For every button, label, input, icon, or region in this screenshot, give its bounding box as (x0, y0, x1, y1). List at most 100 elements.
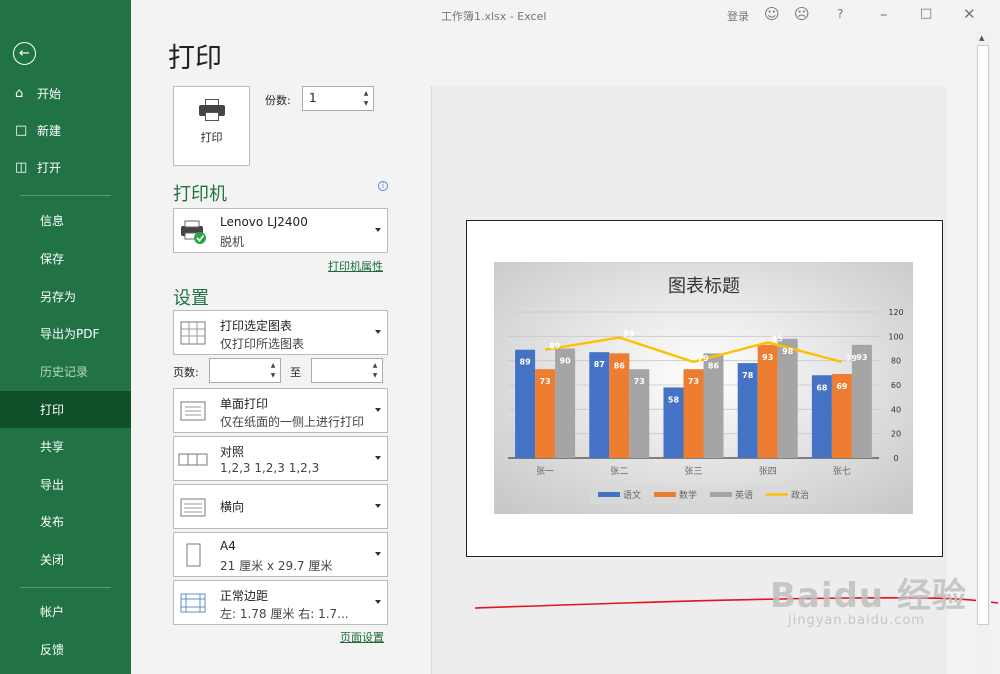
data-label: 69 (836, 382, 848, 391)
nav-print-label: 打印 (40, 403, 65, 417)
printer-properties-link[interactable]: 打印机属性 (328, 258, 383, 274)
data-label: 87 (594, 360, 605, 369)
data-label: 58 (668, 395, 680, 404)
nav-save-as-label: 另存为 (40, 290, 77, 304)
spin-up-icon[interactable]: ▲ (268, 362, 278, 369)
data-label: 68 (816, 383, 828, 392)
nav-close-label: 关闭 (40, 553, 65, 567)
y-tick-label: 0 (893, 454, 898, 463)
folder-open-icon: ◫ (15, 160, 28, 175)
maximize-icon[interactable]: □ (920, 6, 932, 21)
scroll-up-icon[interactable]: ▲ (979, 34, 984, 42)
data-label: 73 (634, 377, 645, 386)
data-label: 73 (688, 377, 699, 386)
spin-up-icon[interactable]: ▲ (370, 362, 380, 369)
copies-input[interactable]: 1 ▲ ▼ (302, 86, 374, 111)
margins-value: 正常边距 (220, 589, 269, 603)
nav-info-label: 信息 (40, 214, 65, 228)
print-button[interactable]: 打印 (173, 86, 250, 166)
printer-heading: 打印机 (173, 184, 227, 205)
collate-desc: 1,2,3 1,2,3 1,2,3 (220, 461, 320, 475)
nav-open[interactable]: ◫ 打开 (0, 149, 131, 186)
margins-desc: 左: 1.78 厘米 右: 1.7... (220, 607, 349, 621)
chevron-down-icon (375, 407, 381, 412)
landscape-icon (180, 498, 206, 517)
x-tick-label: 张二 (610, 466, 628, 477)
paper-size-select[interactable]: A4 21 厘米 x 29.7 厘米 (173, 532, 388, 577)
sides-value: 单面打印 (220, 397, 269, 411)
frown-icon[interactable]: ☹ (794, 5, 810, 23)
pages-to-label: 至 (290, 366, 301, 379)
nav-save-as[interactable]: 另存为 (0, 278, 131, 315)
minimize-icon[interactable]: – (880, 5, 888, 23)
nav-home[interactable]: ⌂ 开始 (0, 75, 131, 112)
chart-bar (777, 338, 798, 458)
legend-label: 英语 (735, 489, 753, 501)
y-tick-label: 80 (891, 357, 901, 366)
chart-title: 图表标题 (668, 276, 740, 297)
info-icon[interactable]: i (378, 181, 388, 191)
legend-swatch (598, 492, 620, 497)
pages-to-input[interactable]: ▲ ▼ (311, 358, 383, 383)
nav-account-label: 帐户 (40, 605, 65, 619)
pages-label: 页数: (173, 366, 199, 379)
nav-close[interactable]: 关闭 (0, 541, 131, 578)
margins-select[interactable]: 正常边距 左: 1.78 厘米 右: 1.7... (173, 580, 388, 625)
legend-swatch (710, 492, 732, 497)
sidebar-divider (20, 195, 111, 196)
nav-info[interactable]: 信息 (0, 202, 131, 239)
spin-down-icon[interactable]: ▼ (268, 372, 278, 379)
printer-icon (198, 99, 225, 121)
orientation-value: 横向 (220, 500, 245, 514)
orientation-select[interactable]: 横向 (173, 484, 388, 529)
chevron-down-icon (375, 503, 381, 508)
spin-down-icon[interactable]: ▼ (361, 100, 371, 107)
nav-print[interactable]: 打印 (0, 391, 131, 428)
legend-label: 数学 (679, 489, 697, 501)
close-icon[interactable]: ✕ (963, 5, 976, 23)
page-setup-link[interactable]: 页面设置 (340, 629, 384, 645)
x-tick-label: 张四 (759, 466, 777, 477)
printer-select[interactable]: Lenovo LJ2400 脱机 (173, 208, 388, 253)
nav-save[interactable]: 保存 (0, 240, 131, 277)
y-tick-label: 40 (891, 405, 901, 414)
nav-publish[interactable]: 发布 (0, 503, 131, 540)
nav-feedback[interactable]: 反馈 (0, 631, 131, 668)
chevron-down-icon (375, 329, 381, 334)
window-title: 工作簿1.xlsx - Excel (441, 10, 547, 23)
scrollbar-thumb[interactable] (977, 45, 989, 625)
nav-home-label: 开始 (37, 87, 62, 101)
data-label: 86 (614, 361, 626, 370)
collate-icon (178, 453, 208, 466)
nav-export-pdf[interactable]: 导出为PDF (0, 315, 131, 352)
chevron-down-icon (375, 227, 381, 232)
nav-history[interactable]: 历史记录 (0, 353, 131, 390)
help-icon[interactable]: ? (837, 7, 843, 21)
data-label: 98 (782, 347, 794, 356)
grid-sheet-icon (180, 321, 206, 345)
pages-from-input[interactable]: ▲ ▼ (209, 358, 281, 383)
nav-export[interactable]: 导出 (0, 466, 131, 503)
data-label: 89 (520, 358, 532, 367)
settings-heading: 设置 (173, 288, 209, 309)
y-tick-label: 20 (891, 430, 901, 439)
print-what-desc: 仅打印所选图表 (220, 337, 305, 351)
line-data-label: 79 (846, 354, 858, 363)
print-what-select[interactable]: 打印选定图表 仅打印所选图表 (173, 310, 388, 355)
copies-value: 1 (309, 91, 317, 105)
paper-size-icon (186, 543, 201, 567)
sign-in-link[interactable]: 登录 (727, 8, 749, 24)
nav-new[interactable]: □ 新建 (0, 112, 131, 149)
collate-select[interactable]: 对照 1,2,3 1,2,3 1,2,3 (173, 436, 388, 481)
nav-new-label: 新建 (37, 124, 62, 138)
chevron-down-icon (375, 599, 381, 604)
spin-up-icon[interactable]: ▲ (361, 90, 371, 97)
nav-account[interactable]: 帐户 (0, 593, 131, 630)
nav-share[interactable]: 共享 (0, 428, 131, 465)
baidu-watermark: Baidu 经验 jingyan.baidu.com (770, 568, 967, 628)
smile-icon[interactable]: ☺ (764, 5, 780, 23)
back-arrow-icon[interactable]: ← (13, 42, 36, 65)
data-label: 93 (762, 353, 773, 362)
spin-down-icon[interactable]: ▼ (370, 372, 380, 379)
sides-select[interactable]: 单面打印 仅在纸面的一侧上进行打印 (173, 388, 388, 433)
